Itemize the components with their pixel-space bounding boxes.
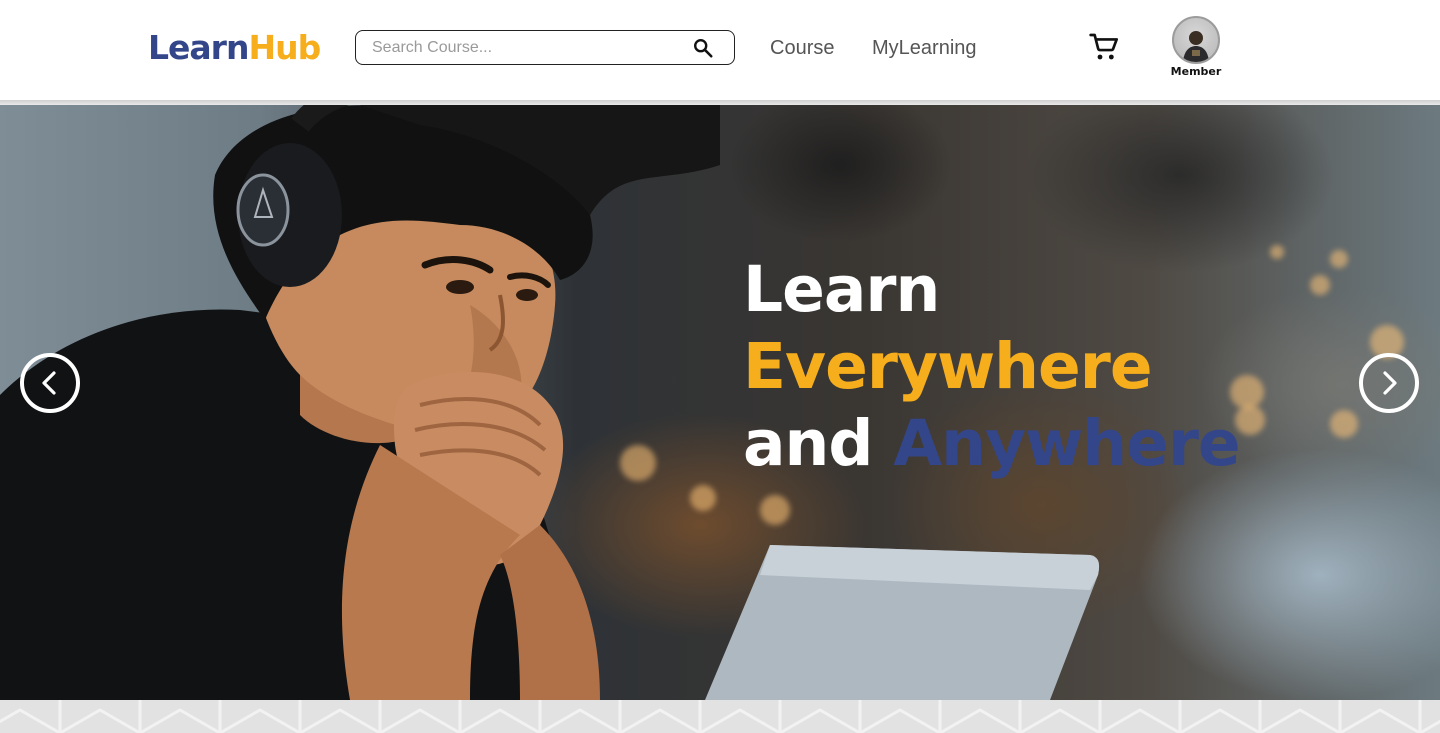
cart-icon[interactable] xyxy=(1088,31,1120,63)
top-navbar: LearnHub Course MyLearning Member xyxy=(0,0,1440,101)
hero-line-learn: Learn xyxy=(743,253,940,326)
search-bar xyxy=(355,30,735,65)
learnhub-logo[interactable]: LearnHub xyxy=(148,28,321,68)
logo-learn-text: Learn xyxy=(148,28,249,67)
search-input[interactable] xyxy=(372,37,692,58)
hexagon-pattern xyxy=(0,700,1440,733)
carousel-prev-button[interactable] xyxy=(20,353,80,413)
hero-word-anywhere: Anywhere xyxy=(893,407,1240,480)
member-avatar[interactable] xyxy=(1172,16,1220,64)
hero-headline: Learn Everywhere and Anywhere xyxy=(743,251,1241,482)
member-avatar-image xyxy=(1183,31,1209,62)
hero-line-everywhere: Everywhere xyxy=(743,330,1153,403)
search-icon[interactable] xyxy=(692,37,714,59)
hero-word-and: and xyxy=(743,407,873,480)
logo-hub-text: Hub xyxy=(248,28,321,67)
nav-mylearning-link[interactable]: MyLearning xyxy=(872,36,977,60)
chevron-left-icon xyxy=(42,371,56,395)
hero-banner: Learn Everywhere and Anywhere xyxy=(0,105,1440,700)
member-label: Member xyxy=(1170,65,1222,78)
hexagon-pattern-section xyxy=(0,700,1440,733)
carousel-next-button[interactable] xyxy=(1359,353,1419,413)
chevron-right-icon xyxy=(1383,371,1397,395)
nav-course-link[interactable]: Course xyxy=(770,36,834,60)
